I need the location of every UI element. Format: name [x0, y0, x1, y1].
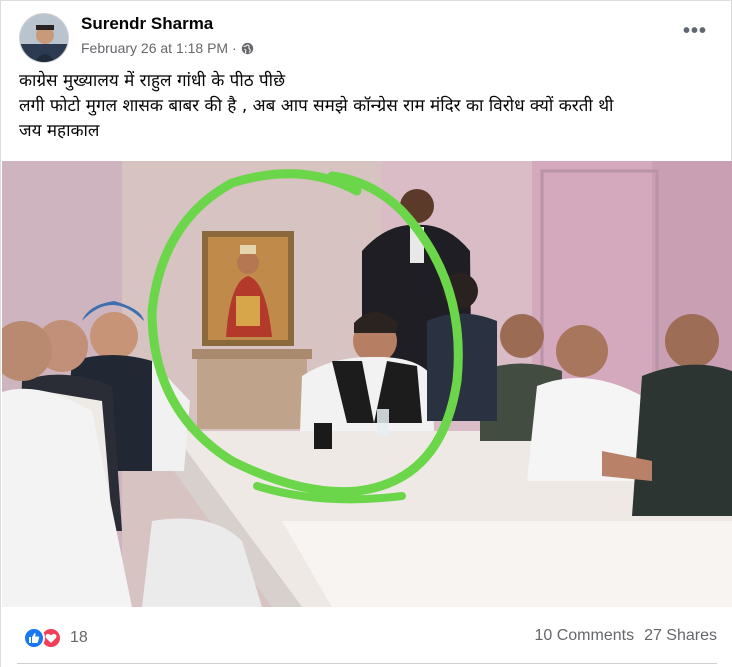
shares-count-link[interactable]: 27 Shares: [644, 627, 717, 645]
meeting-photo-image: [2, 161, 732, 607]
post-footer: 18 10 Comments 27 Shares: [1, 607, 732, 667]
post-photo[interactable]: [2, 161, 732, 607]
engagement-stats: 10 Comments 27 Shares: [534, 627, 717, 645]
post-header: Surendr Sharma February 26 at 1:18 PM · …: [1, 1, 732, 65]
reactions-summary[interactable]: 18: [23, 627, 88, 649]
author-name[interactable]: Surendr Sharma: [81, 14, 213, 34]
post-meta: February 26 at 1:18 PM ·: [81, 40, 254, 56]
comments-count-link[interactable]: 10 Comments: [534, 627, 634, 645]
post-text-line: जय महाकाल: [19, 121, 100, 141]
post-text: काग्रेस मुख्यालय में राहुल गांधी के पीठ …: [19, 69, 719, 144]
more-options-button[interactable]: •••: [683, 21, 707, 41]
post-text-line: लगी फोटो मुगल शासक बाबर की है , अब आप सम…: [19, 96, 614, 116]
globe-icon: [241, 42, 253, 54]
post-timestamp[interactable]: February 26 at 1:18 PM ·: [81, 40, 237, 56]
footer-divider: [17, 663, 717, 664]
post-text-line: काग्रेस मुख्यालय में राहुल गांधी के पीठ …: [19, 71, 286, 91]
reaction-count: 18: [70, 629, 88, 646]
like-icon: [23, 627, 45, 649]
author-avatar[interactable]: [19, 13, 69, 63]
facebook-post-card: Surendr Sharma February 26 at 1:18 PM · …: [0, 0, 732, 667]
